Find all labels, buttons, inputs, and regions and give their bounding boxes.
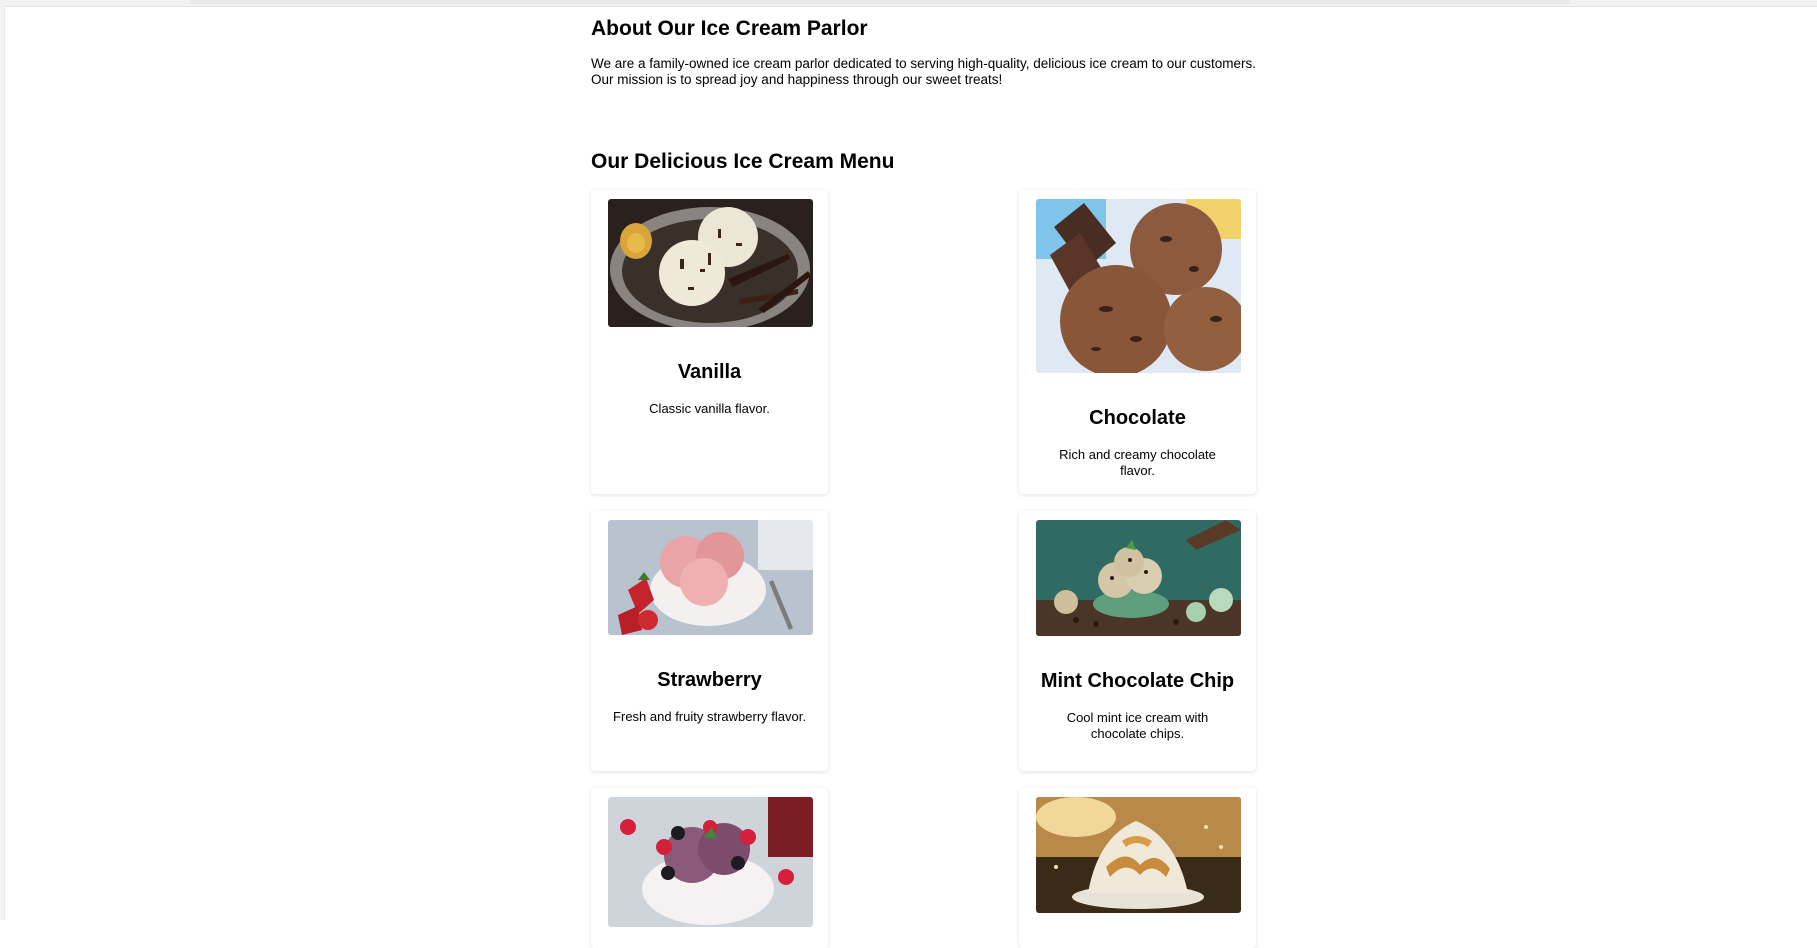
about-text-line2: Our mission is to spread joy and happine… [591,72,1003,87]
menu-item-description: Cool mint ice cream with chocolate chips… [1066,710,1209,741]
strawberry-ice-cream-photo [608,520,813,635]
menu-card-chocolate: Chocolate Rich and creamy chocolate flav… [1019,190,1256,494]
caramel-sundae-photo [1036,797,1241,913]
menu-item-description: Rich and creamy chocolate flavor. [1059,447,1216,478]
menu-card-caramel [1019,788,1256,948]
about-title: About Our Ice Cream Parlor [591,17,868,40]
menu-item-name: Vanilla [677,361,742,383]
menu-card-mint-chocolate-chip: Mint Chocolate Chip Cool mint ice cream … [1019,511,1256,771]
vanilla-ice-cream-photo [608,199,813,327]
menu-card-vanilla: Vanilla Classic vanilla flavor. [591,190,828,494]
menu-item-description: Classic vanilla flavor. [649,401,770,416]
berry-ice-cream-photo [608,797,813,927]
menu-item-name: Chocolate [1089,407,1186,429]
chocolate-ice-cream-photo [1036,199,1241,373]
menu-item-name: Mint Chocolate Chip [1040,670,1235,692]
browser-top-edge [0,0,1817,7]
menu-item-name: Strawberry [657,669,762,691]
menu-title: Our Delicious Ice Cream Menu [591,150,895,173]
about-text: We are a family-owned ice cream parlor d… [591,56,1261,88]
menu-card-strawberry: Strawberry Fresh and fruity strawberry f… [591,511,828,771]
scroll-track [190,0,1570,4]
menu-card-berry [591,788,828,948]
window-left-edge [0,6,5,920]
about-text-line1: We are a family-owned ice cream parlor d… [591,56,1257,71]
mint-chocolate-chip-photo [1036,520,1241,636]
menu-item-description: Fresh and fruity strawberry flavor. [613,709,806,724]
